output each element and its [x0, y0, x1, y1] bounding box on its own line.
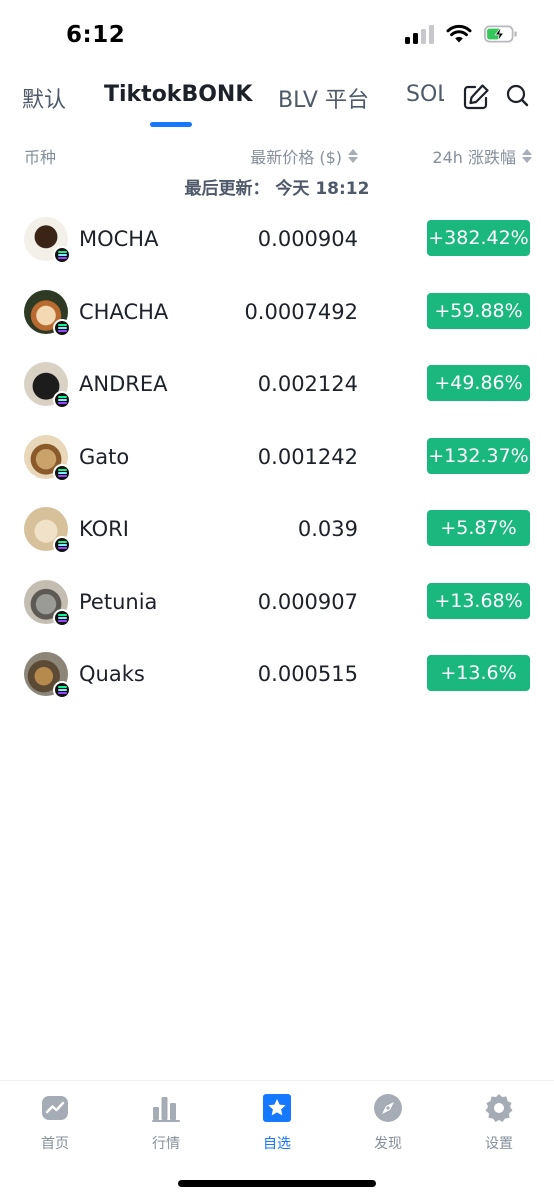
- coin-name: KORI: [79, 517, 129, 541]
- category-tabs: 默认 TiktokBONK BLV 平台 SOL: [0, 76, 554, 130]
- coin-row[interactable]: ANDREA 0.002124 +49.86%: [0, 348, 554, 420]
- active-tab-indicator: [150, 122, 192, 127]
- coin-price: 0.0007492: [244, 300, 358, 324]
- home-indicator: [178, 1180, 376, 1187]
- coin-price: 0.039: [297, 517, 358, 541]
- tab-sol[interactable]: SOL: [406, 82, 444, 107]
- sort-arrows-icon: [348, 149, 358, 163]
- coin-row[interactable]: CHACHA 0.0007492 +59.88%: [0, 276, 554, 348]
- status-time: 6:12: [66, 22, 126, 48]
- coin-price: 0.001242: [257, 445, 358, 469]
- coin-avatar: [24, 217, 71, 264]
- header-change-sort[interactable]: 24h 涨跌幅: [432, 144, 532, 168]
- edit-icon[interactable]: [461, 82, 491, 112]
- last-updated-text: 最后更新： 今天 18:12: [184, 179, 370, 199]
- tabs-scroll-area[interactable]: 默认 TiktokBONK BLV 平台 SOL: [0, 76, 444, 130]
- battery-charging-icon: [484, 25, 517, 43]
- sort-arrows-icon: [522, 149, 532, 163]
- coin-avatar: [24, 362, 71, 409]
- coin-row[interactable]: Petunia 0.000907 +13.68%: [0, 566, 554, 638]
- list-header: 币种 最新价格 ($) 24h 涨跌幅: [0, 144, 554, 168]
- solana-badge-icon: [53, 464, 71, 482]
- solana-badge-icon: [53, 391, 71, 409]
- nav-market[interactable]: 行情: [126, 1093, 206, 1153]
- coin-avatar: [24, 507, 71, 554]
- search-icon[interactable]: [504, 82, 534, 112]
- change-badge: +13.68%: [427, 583, 530, 619]
- status-icons: [405, 24, 518, 44]
- coin-name: CHACHA: [79, 300, 169, 324]
- coin-row[interactable]: Gato 0.001242 +132.37%: [0, 421, 554, 493]
- coin-avatar: [24, 652, 71, 699]
- coin-avatar: [24, 290, 71, 337]
- change-badge: +382.42%: [427, 220, 530, 256]
- nav-watchlist-label: 自选: [263, 1136, 291, 1152]
- change-badge: +59.88%: [427, 293, 530, 329]
- wifi-icon: [446, 24, 472, 43]
- home-chart-icon: [42, 1096, 68, 1120]
- tab-default[interactable]: 默认: [22, 82, 66, 114]
- status-bar: 6:12: [0, 0, 554, 72]
- coin-price: 0.000904: [257, 227, 358, 251]
- coin-name: ANDREA: [79, 372, 168, 396]
- compass-icon: [374, 1094, 402, 1122]
- nav-discover[interactable]: 发现: [348, 1093, 428, 1153]
- nav-discover-label: 发现: [374, 1136, 402, 1152]
- coin-price: 0.000907: [257, 590, 358, 614]
- change-badge: +13.6%: [427, 655, 530, 691]
- nav-home[interactable]: 首页: [15, 1093, 95, 1153]
- solana-badge-icon: [53, 319, 71, 337]
- tab-tiktokbonk[interactable]: TiktokBONK: [104, 82, 252, 107]
- coin-price: 0.002124: [257, 372, 358, 396]
- change-badge: +5.87%: [427, 510, 530, 546]
- cellular-signal-icon: [405, 24, 434, 44]
- coin-name: MOCHA: [79, 227, 159, 251]
- gear-icon: [485, 1094, 513, 1122]
- nav-home-label: 首页: [41, 1136, 69, 1152]
- nav-settings-label: 设置: [485, 1136, 513, 1152]
- header-coin: 币种: [24, 148, 57, 167]
- coin-name: Quaks: [79, 662, 145, 686]
- star-icon: [263, 1094, 291, 1122]
- solana-badge-icon: [53, 536, 71, 554]
- coin-avatar: [24, 580, 71, 627]
- header-price-sort[interactable]: 最新价格 ($): [250, 144, 358, 168]
- market-bars-icon: [152, 1097, 180, 1122]
- coin-row[interactable]: Quaks 0.000515 +13.6%: [0, 638, 554, 710]
- header-price-label: 最新价格 ($): [250, 148, 342, 167]
- nav-watchlist[interactable]: 自选: [237, 1093, 317, 1153]
- nav-settings[interactable]: 设置: [459, 1093, 539, 1153]
- coin-price: 0.000515: [257, 662, 358, 686]
- solana-badge-icon: [53, 246, 71, 264]
- coin-row[interactable]: KORI 0.039 +5.87%: [0, 493, 554, 565]
- tab-blv-platform[interactable]: BLV 平台: [278, 82, 369, 114]
- change-badge: +132.37%: [427, 438, 530, 474]
- coin-avatar: [24, 435, 71, 482]
- solana-badge-icon: [53, 609, 71, 627]
- header-change-label: 24h 涨跌幅: [432, 148, 516, 167]
- coin-name: Gato: [79, 445, 130, 469]
- coin-row[interactable]: MOCHA 0.000904 +382.42%: [0, 203, 554, 275]
- change-badge: +49.86%: [427, 365, 530, 401]
- nav-market-label: 行情: [152, 1136, 180, 1152]
- coin-name: Petunia: [79, 590, 158, 614]
- solana-badge-icon: [53, 681, 71, 699]
